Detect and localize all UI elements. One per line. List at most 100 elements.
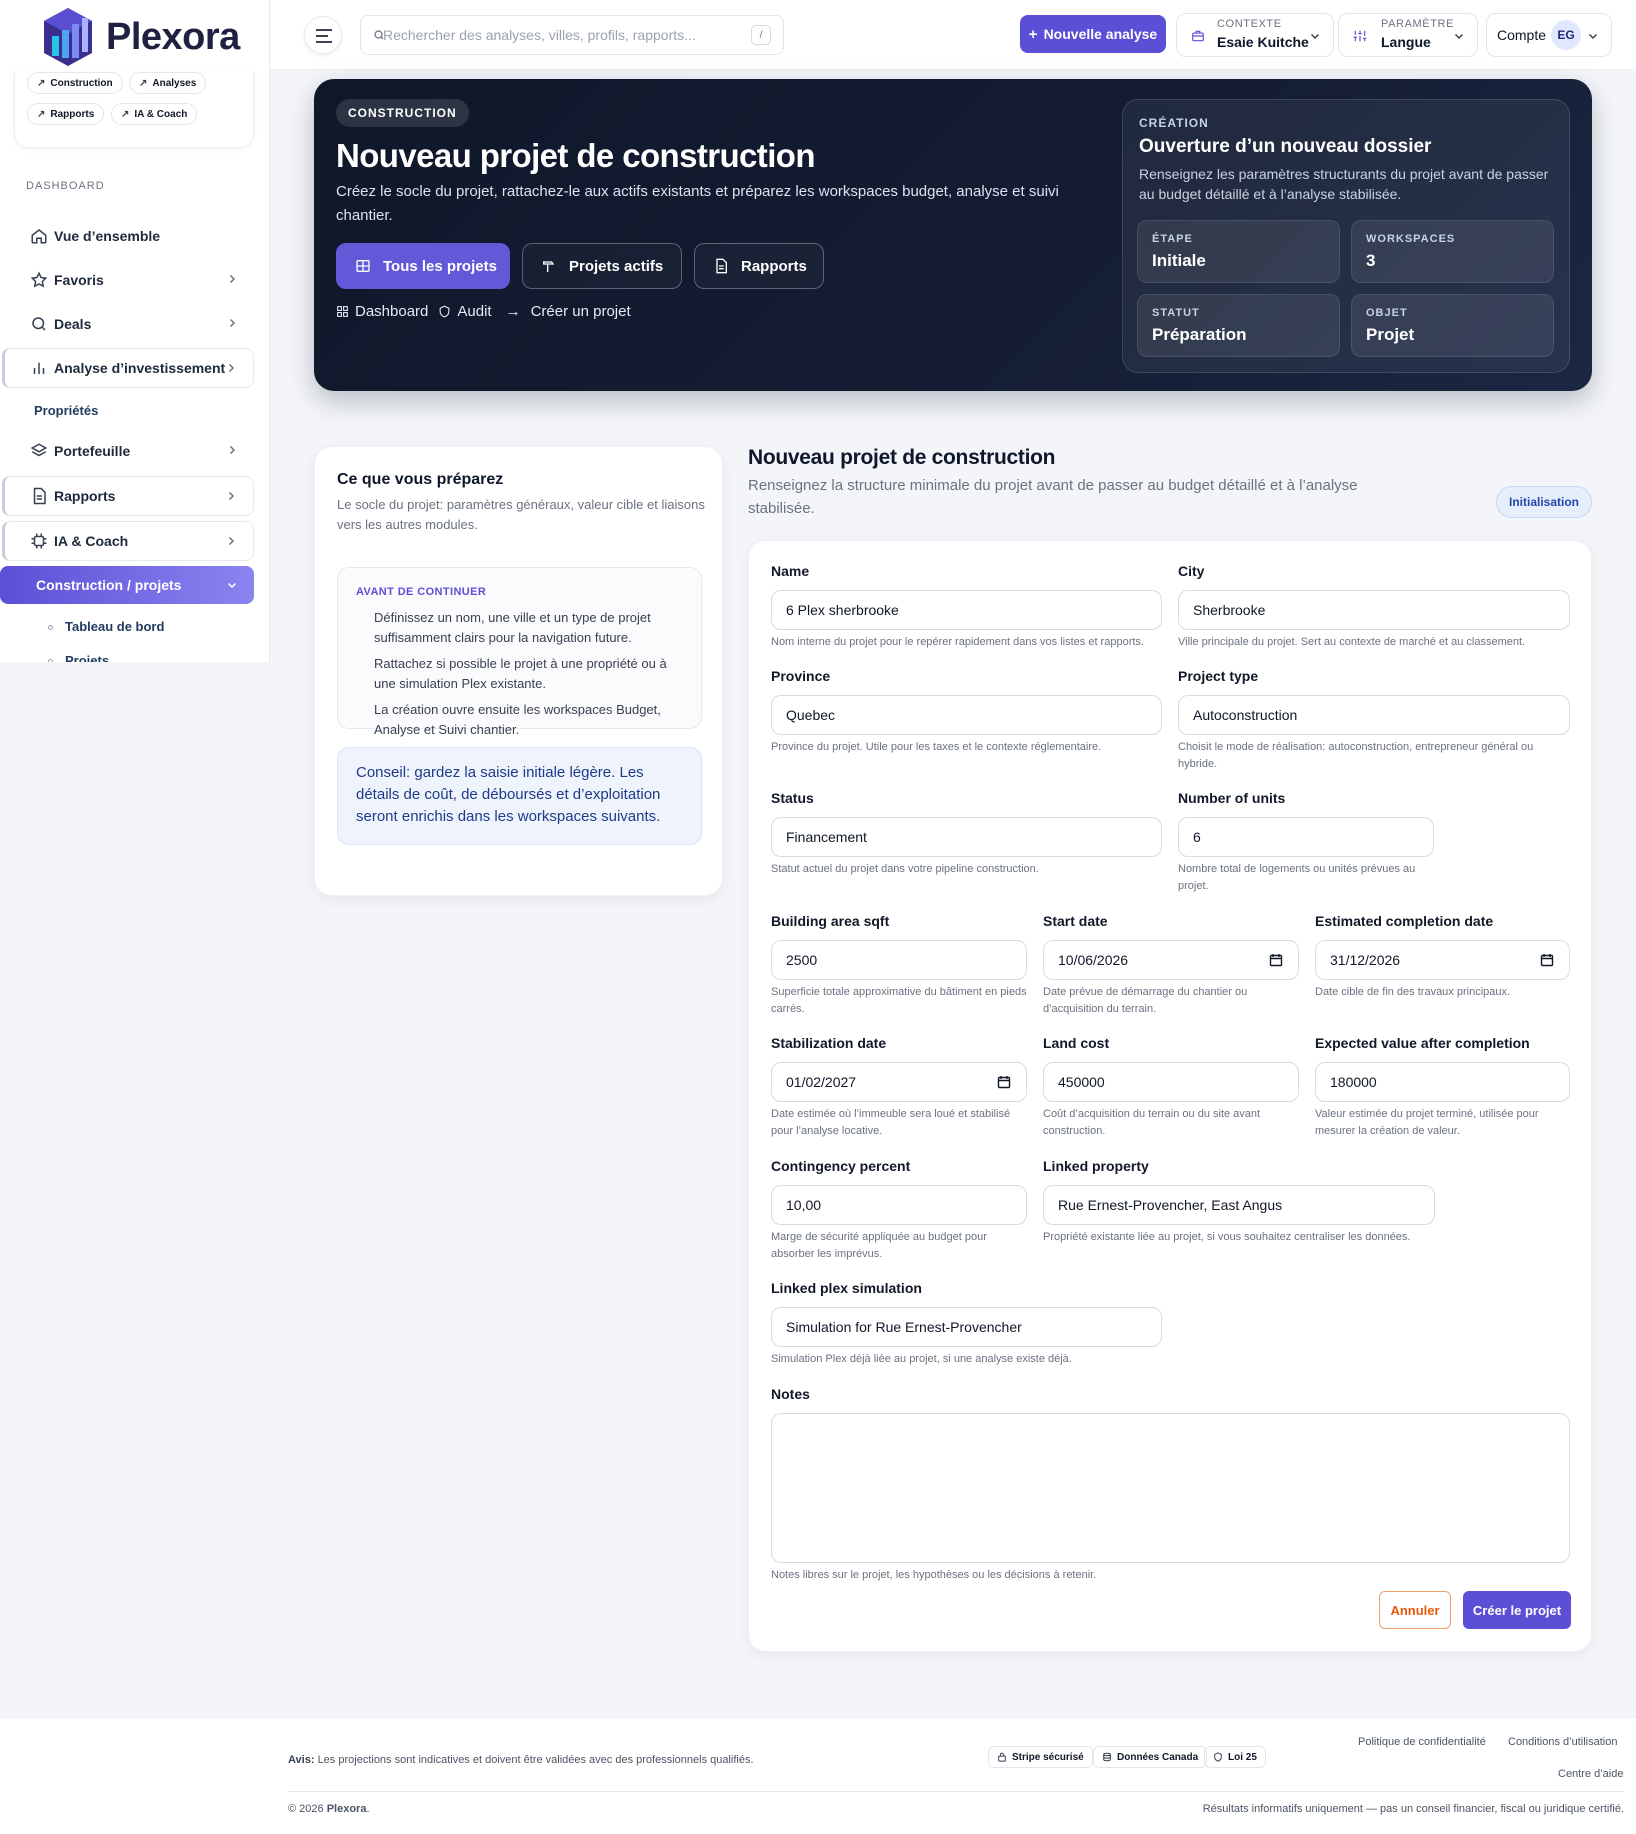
- sidebar-item-portefeuille[interactable]: Portefeuille: [2, 431, 254, 471]
- linked-property-hint: Propriété existante liée au projet, si v…: [1043, 1231, 1411, 1243]
- menu-toggle-button[interactable]: [304, 16, 342, 54]
- form-title: Nouveau projet de construction: [748, 446, 1056, 469]
- quick-link-construction[interactable]: ↗ Construction: [27, 72, 123, 94]
- bar-chart-icon: [33, 362, 45, 374]
- sidebar-item-label: Favoris: [54, 272, 104, 288]
- sidebar-item-label: Deals: [54, 316, 92, 332]
- badge-label: Stripe sécurisé: [1012, 1751, 1084, 1763]
- sidebar-item-label: Analyse d’investissement: [54, 360, 226, 376]
- province-input[interactable]: [771, 695, 1162, 735]
- layers-icon: [30, 443, 48, 457]
- expected-value-input[interactable]: [1315, 1062, 1570, 1102]
- active-projects-button[interactable]: Projets actifs: [522, 243, 682, 289]
- project-type-select[interactable]: [1178, 695, 1570, 735]
- name-input[interactable]: [771, 590, 1162, 630]
- global-search[interactable]: /: [360, 15, 784, 55]
- project-type-label: Project type: [1178, 668, 1259, 684]
- button-label: Projets actifs: [569, 257, 664, 275]
- language-selector[interactable]: PARAMÈTRE Langue: [1338, 13, 1478, 57]
- all-projects-button[interactable]: Tous les projets: [336, 243, 510, 289]
- start-date-input[interactable]: [1043, 940, 1299, 980]
- chevron-down-icon: [1310, 33, 1320, 40]
- start-date-label: Start date: [1043, 913, 1108, 929]
- new-analysis-button[interactable]: + Nouvelle analyse: [1020, 15, 1166, 53]
- privacy-link[interactable]: Politique de confidentialité: [1358, 1736, 1486, 1748]
- footer-notice: Avis: Les projections sont indicatives e…: [288, 1754, 754, 1766]
- breadcrumb: Dashboard Audit → Créer un projet: [336, 303, 631, 320]
- project-form: Name Nom interne du projet pour le repér…: [748, 540, 1592, 1652]
- context-selector[interactable]: CONTEXTE Esaie Kuitche: [1176, 13, 1334, 57]
- quick-link-rapports[interactable]: ↗ Rapports: [27, 103, 105, 125]
- account-menu[interactable]: Compte EG: [1486, 13, 1612, 57]
- brand-logo[interactable]: Plexora: [40, 6, 240, 68]
- sidebar-item-deals[interactable]: Deals: [2, 304, 254, 344]
- contingency-label: Contingency percent: [771, 1158, 911, 1174]
- parameter-caption: PARAMÈTRE: [1381, 18, 1455, 30]
- search-input[interactable]: [383, 16, 743, 54]
- calendar-icon[interactable]: [997, 1075, 1011, 1089]
- stat-caption: WORKSPACES: [1366, 233, 1456, 245]
- stat-value: Initiale: [1152, 251, 1206, 270]
- stabilization-date-input[interactable]: [771, 1062, 1027, 1102]
- terms-link[interactable]: Conditions d’utilisation: [1508, 1736, 1617, 1748]
- plus-icon: +: [1028, 25, 1038, 43]
- sidebar-item-construction-projets[interactable]: Construction / projets: [0, 566, 254, 604]
- sliders-icon: [1353, 30, 1367, 42]
- cancel-button[interactable]: Annuler: [1379, 1591, 1451, 1629]
- land-cost-input[interactable]: [1043, 1062, 1299, 1102]
- sidebar-item-ia-coach[interactable]: IA & Coach: [2, 521, 254, 561]
- sidebar-item-favoris[interactable]: Favoris: [2, 260, 254, 300]
- quick-links-card: ↗ Construction ↗ Analyses ↗ Rapports ↗ IA & …: [14, 70, 254, 148]
- chevron-right-icon: [228, 363, 235, 373]
- context-value: Esaie Kuitche: [1217, 34, 1309, 50]
- arrow-up-right-icon: ↗: [37, 108, 46, 120]
- sidebar-item-overview[interactable]: Vue d’ensemble: [2, 216, 254, 256]
- database-icon: [1103, 1752, 1111, 1762]
- quick-link-label: Rapports: [50, 108, 95, 120]
- calendar-icon[interactable]: [1269, 953, 1283, 967]
- chevron-right-icon: [228, 536, 235, 546]
- calendar-icon[interactable]: [1540, 953, 1554, 967]
- completion-date-hint: Date cible de fin des travaux principaux…: [1315, 986, 1511, 998]
- avatar: EG: [1551, 20, 1581, 50]
- breadcrumb-audit[interactable]: Audit: [457, 303, 491, 320]
- reports-button[interactable]: Rapports: [694, 243, 824, 289]
- sidebar-subitem-projets[interactable]: Projets: [65, 653, 109, 662]
- quick-link-analyses[interactable]: ↗ Analyses: [129, 72, 207, 94]
- topbar: / + Nouvelle analyse CONTEXTE Esaie Kuitc…: [270, 0, 1636, 70]
- linked-property-select[interactable]: [1043, 1185, 1435, 1225]
- briefcase-icon: [1192, 30, 1204, 42]
- create-project-button[interactable]: Créer le projet: [1463, 1591, 1571, 1629]
- stat-caption: OBJET: [1366, 307, 1408, 319]
- status-select[interactable]: [771, 817, 1162, 857]
- area-input[interactable]: [771, 940, 1027, 980]
- notes-textarea[interactable]: [771, 1413, 1570, 1563]
- creation-caption: CRÉATION: [1139, 116, 1209, 130]
- linked-property-label: Linked property: [1043, 1158, 1149, 1174]
- sidebar-item-analyse-investissement[interactable]: Analyse d’investissement: [2, 348, 254, 388]
- sidebar-item-rapports[interactable]: Rapports: [2, 476, 254, 516]
- quick-link-ia-coach[interactable]: ↗ IA & Coach: [111, 103, 198, 125]
- units-input[interactable]: [1178, 817, 1434, 857]
- sidebar-subitem-tableau-de-bord[interactable]: Tableau de bord: [65, 619, 164, 634]
- city-input[interactable]: [1178, 590, 1570, 630]
- city-hint: Ville principale du projet. Sert au cont…: [1178, 636, 1526, 648]
- sidebar-item-proprietes[interactable]: Propriétés: [34, 403, 98, 418]
- badge-loi-25: Loi 25: [1204, 1746, 1266, 1768]
- breadcrumb-dashboard[interactable]: Dashboard: [355, 303, 428, 320]
- stat-caption: ÉTAPE: [1152, 233, 1193, 245]
- linked-simulation-label: Linked plex simulation: [771, 1280, 922, 1296]
- parameter-value: Langue: [1381, 34, 1431, 50]
- chevron-right-icon: [229, 445, 236, 455]
- arrow-up-right-icon: ↗: [121, 108, 130, 120]
- hero-subtitle: Créez le socle du projet, rattachez-le a…: [336, 183, 1059, 224]
- completion-date-input[interactable]: [1315, 940, 1570, 980]
- help-center-link[interactable]: Centre d’aide: [1558, 1768, 1623, 1780]
- linked-simulation-hint: Simulation Plex déjà liée au projet, si …: [771, 1353, 1072, 1365]
- expected-value-hint: Valeur estimée du projet terminé, utilis…: [1315, 1108, 1539, 1137]
- linked-simulation-select[interactable]: [771, 1307, 1162, 1347]
- project-type-hint: Choisit le mode de réalisation: autocons…: [1178, 741, 1534, 770]
- contingency-input[interactable]: [771, 1185, 1027, 1225]
- sidebar-item-label: Vue d’ensemble: [54, 228, 161, 244]
- notice-label: Avis:: [288, 1754, 315, 1766]
